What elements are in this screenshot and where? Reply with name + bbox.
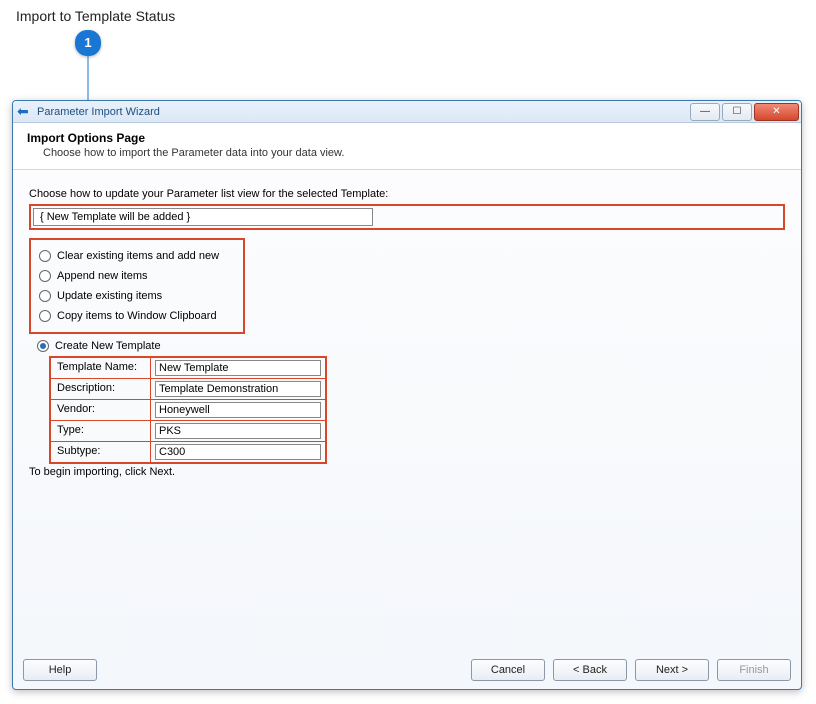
label-type: Type:: [51, 421, 151, 441]
radio-append-new[interactable]: Append new items: [39, 266, 235, 286]
radio-label: Append new items: [57, 270, 148, 282]
input-description[interactable]: [155, 381, 321, 397]
page-heading: Import to Template Status: [16, 8, 175, 24]
help-button[interactable]: Help: [23, 659, 97, 681]
callout-1-badge: 1: [75, 30, 101, 56]
label-description: Description:: [51, 379, 151, 399]
window-title: Parameter Import Wizard: [37, 106, 160, 118]
wizard-window: ⬅ Parameter Import Wizard — ☐ ✕ Import O…: [12, 100, 802, 690]
radio-icon: [39, 270, 51, 282]
next-button[interactable]: Next >: [635, 659, 709, 681]
page-subtitle: Choose how to import the Parameter data …: [43, 147, 787, 159]
prompt-text: Choose how to update your Parameter list…: [29, 188, 785, 200]
hint-text: To begin importing, click Next.: [29, 466, 785, 478]
cancel-button[interactable]: Cancel: [471, 659, 545, 681]
status-text: { New Template will be added }: [33, 208, 373, 226]
back-button[interactable]: < Back: [553, 659, 627, 681]
radio-label: Update existing items: [57, 290, 162, 302]
radio-icon: [39, 310, 51, 322]
back-arrow-icon[interactable]: ⬅: [17, 104, 33, 120]
radio-create-new-template[interactable]: Create New Template: [29, 334, 785, 356]
close-button[interactable]: ✕: [754, 103, 799, 121]
input-subtype[interactable]: [155, 444, 321, 460]
finish-button[interactable]: Finish: [717, 659, 791, 681]
minimize-button[interactable]: —: [690, 103, 720, 121]
status-box: { New Template will be added }: [29, 204, 785, 230]
update-options-group: Clear existing items and add new Append …: [29, 238, 245, 334]
radio-icon: [39, 250, 51, 262]
button-bar: Help Cancel < Back Next > Finish: [23, 659, 791, 681]
label-subtype: Subtype:: [51, 442, 151, 462]
label-template-name: Template Name:: [51, 358, 151, 378]
input-vendor[interactable]: [155, 402, 321, 418]
body-pane: Choose how to update your Parameter list…: [13, 170, 801, 478]
radio-clear-existing[interactable]: Clear existing items and add new: [39, 246, 235, 266]
titlebar: ⬅ Parameter Import Wizard — ☐ ✕: [13, 101, 801, 123]
radio-icon: [39, 290, 51, 302]
radio-label: Copy items to Window Clipboard: [57, 310, 217, 322]
radio-copy-clipboard[interactable]: Copy items to Window Clipboard: [39, 306, 235, 326]
radio-update-existing[interactable]: Update existing items: [39, 286, 235, 306]
header-pane: Import Options Page Choose how to import…: [13, 123, 801, 170]
radio-icon: [37, 340, 49, 352]
radio-label: Create New Template: [55, 340, 161, 352]
page-title: Import Options Page: [27, 131, 787, 145]
input-template-name[interactable]: [155, 360, 321, 376]
input-type[interactable]: [155, 423, 321, 439]
label-vendor: Vendor:: [51, 400, 151, 420]
maximize-button[interactable]: ☐: [722, 103, 752, 121]
radio-label: Clear existing items and add new: [57, 250, 219, 262]
new-template-form: Template Name: Description: Vendor: Type…: [49, 356, 327, 464]
